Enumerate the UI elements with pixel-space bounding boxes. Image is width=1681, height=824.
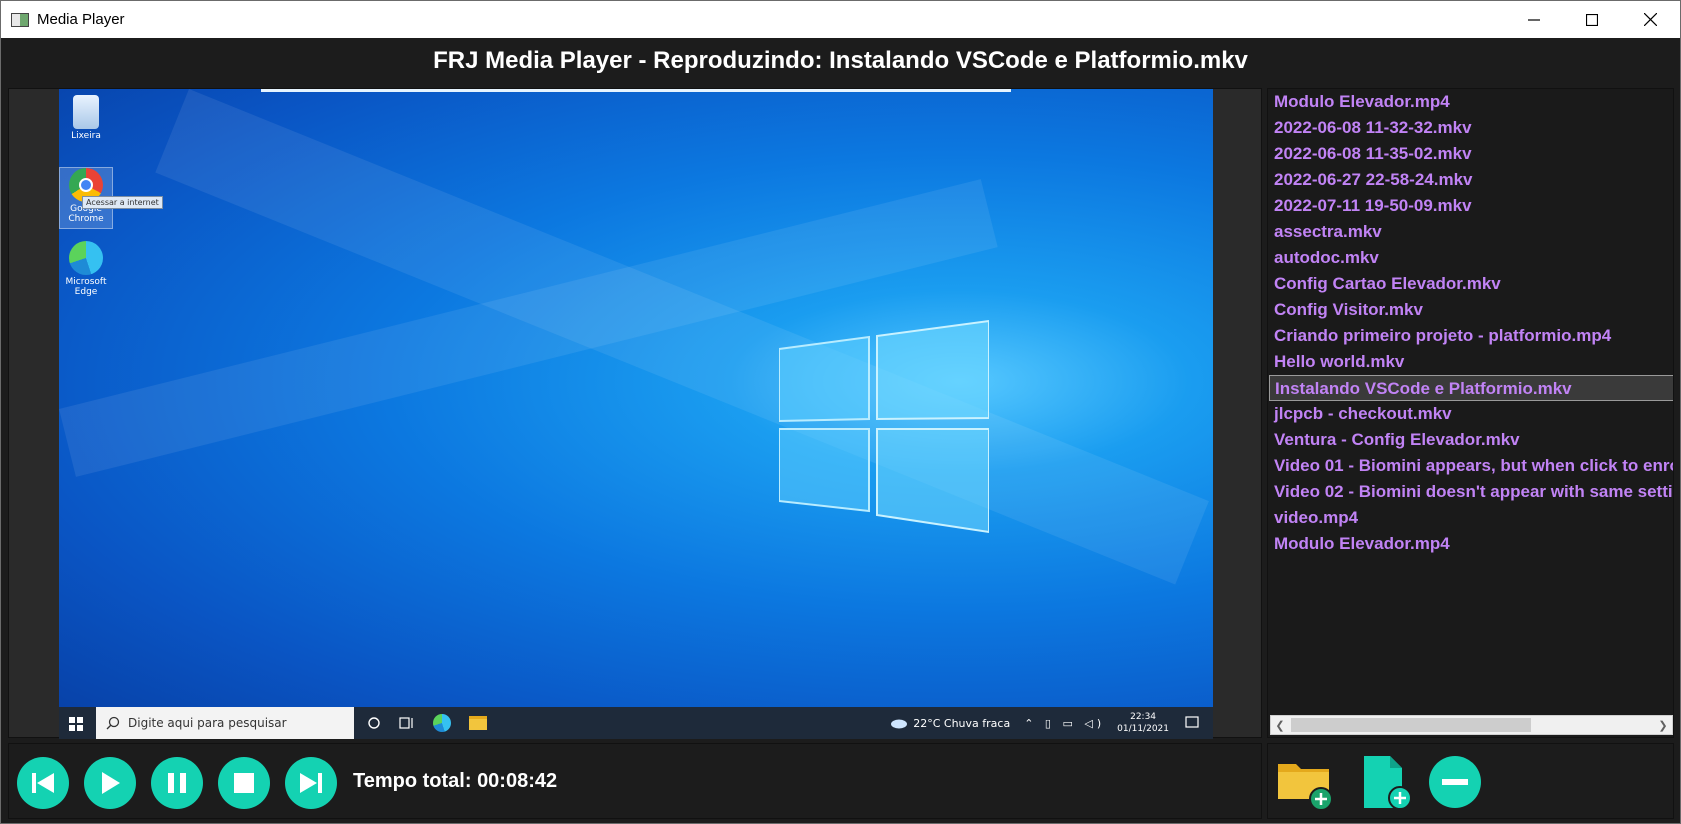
- file-explorer-icon[interactable]: [469, 716, 487, 730]
- playlist-item[interactable]: 2022-06-27 22-58-24.mkv: [1268, 167, 1673, 193]
- desktop-icon-edge[interactable]: Microsoft Edge: [59, 241, 113, 297]
- folder-add-icon: [1278, 764, 1333, 811]
- app-icon: [11, 12, 29, 27]
- media-player-window: Media Player FRJ Media Player - Reproduz…: [0, 0, 1681, 824]
- windows-logo: [779, 319, 989, 534]
- system-tray: 22°C Chuva fraca ⌃ ▯ ▭ ◁) 22:34 01/11/20…: [890, 707, 1213, 739]
- taskbar-date: 01/11/2021: [1117, 724, 1169, 734]
- recycle-bin-icon: [73, 95, 99, 129]
- scrollbar-thumb[interactable]: [1291, 718, 1531, 732]
- video-frame[interactable]: Lixeira Google Chrome Acessar a internet…: [59, 89, 1213, 739]
- playlist-item[interactable]: 2022-06-08 11-32-32.mkv: [1268, 115, 1673, 141]
- weather-text: 22°C Chuva fraca: [913, 716, 1011, 730]
- skip-previous-icon: [32, 773, 54, 793]
- playlist-item[interactable]: Modulo Elevador.mp4: [1268, 89, 1673, 115]
- next-button[interactable]: [285, 757, 337, 809]
- now-playing-title: FRJ Media Player - Reproduzindo: Instala…: [433, 46, 1248, 74]
- playlist-item[interactable]: autodoc.mkv: [1268, 245, 1673, 271]
- playlist-item[interactable]: Criando primeiro projeto - platformio.mp…: [1268, 323, 1673, 349]
- maximize-button[interactable]: [1563, 1, 1621, 38]
- playlist-item-selected[interactable]: Instalando VSCode e Platformio.mkv: [1269, 375, 1673, 401]
- cortana-icon[interactable]: [367, 714, 381, 732]
- playlist-item[interactable]: Video 01 - Biomini appears, but when cli…: [1268, 453, 1673, 479]
- close-icon: [1643, 13, 1657, 26]
- playlist-item[interactable]: 2022-07-11 19-50-09.mkv: [1268, 193, 1673, 219]
- notifications-icon[interactable]: [1185, 716, 1199, 730]
- playlist-item[interactable]: Config Visitor.mkv: [1268, 297, 1673, 323]
- desktop-icon-label: Lixeira: [71, 131, 101, 141]
- light-beam: [155, 89, 1209, 585]
- playlist-horizontal-scrollbar[interactable]: ❮ ❯: [1270, 715, 1673, 735]
- now-playing-header: FRJ Media Player - Reproduzindo: Instala…: [1, 38, 1680, 83]
- add-folder-button[interactable]: [1276, 754, 1333, 811]
- playback-controls: Tempo total: 00:08:42: [8, 743, 1262, 819]
- pause-button[interactable]: [151, 757, 203, 809]
- weather-icon: [891, 719, 908, 729]
- tray-icons[interactable]: ⌃ ▯ ▭ ◁): [1024, 717, 1105, 730]
- taskbar-edge-icon[interactable]: [433, 714, 451, 732]
- remove-item-button[interactable]: [1427, 754, 1483, 810]
- scroll-right-arrow-icon[interactable]: ❯: [1654, 716, 1672, 734]
- window-title: Media Player: [37, 11, 125, 28]
- taskbar-clock[interactable]: 22:34 01/11/2021: [1117, 711, 1169, 735]
- playlist-item[interactable]: video.mp4: [1268, 505, 1673, 531]
- windows-start-icon[interactable]: [69, 717, 83, 735]
- close-button[interactable]: [1621, 1, 1679, 38]
- stop-button[interactable]: [218, 757, 270, 809]
- playlist-item[interactable]: Hello world.mkv: [1268, 349, 1673, 375]
- add-file-button[interactable]: [1356, 754, 1412, 810]
- search-icon: [106, 716, 120, 730]
- video-panel: Lixeira Google Chrome Acessar a internet…: [8, 88, 1262, 739]
- taskbar-time: 22:34: [1130, 712, 1157, 722]
- play-icon: [102, 772, 120, 794]
- windows-taskbar: Digite aqui para pesquisar 22°C Chuva fr…: [59, 707, 1213, 739]
- skip-next-icon: [300, 773, 322, 793]
- taskbar-search-box[interactable]: Digite aqui para pesquisar: [96, 707, 354, 739]
- previous-button[interactable]: [17, 757, 69, 809]
- play-button[interactable]: [84, 757, 136, 809]
- playlist-item[interactable]: jlcpcb - checkout.mkv: [1268, 401, 1673, 427]
- video-progress-line: [261, 89, 1011, 92]
- minus-circle-icon: [1429, 756, 1481, 808]
- pause-icon: [168, 773, 186, 793]
- stop-icon: [234, 773, 254, 793]
- task-view-icon[interactable]: [399, 714, 415, 732]
- file-add-icon: [1364, 756, 1412, 810]
- desktop-icon-recycle-bin[interactable]: Lixeira: [59, 95, 113, 141]
- taskbar-search-placeholder: Digite aqui para pesquisar: [128, 716, 287, 730]
- desktop-icon-label: Microsoft Edge: [65, 277, 107, 297]
- desktop-tooltip: Acessar a internet: [82, 196, 163, 209]
- playlist-controls: [1267, 743, 1674, 819]
- title-bar: Media Player: [1, 1, 1680, 38]
- playlist-item[interactable]: Config Cartao Elevador.mkv: [1268, 271, 1673, 297]
- scroll-left-arrow-icon[interactable]: ❮: [1271, 716, 1289, 734]
- playlist-item[interactable]: Video 02 - Biomini doesn't appear with s…: [1268, 479, 1673, 505]
- playlist-item[interactable]: 2022-06-08 11-35-02.mkv: [1268, 141, 1673, 167]
- edge-icon: [69, 241, 103, 275]
- maximize-icon: [1586, 13, 1598, 26]
- minimize-button[interactable]: [1505, 1, 1563, 38]
- playlist-panel: Modulo Elevador.mp4 2022-06-08 11-32-32.m…: [1267, 88, 1674, 738]
- minimize-icon: [1528, 18, 1540, 21]
- playlist-item[interactable]: Ventura - Config Elevador.mkv: [1268, 427, 1673, 453]
- total-time-label: Tempo total: 00:08:42: [353, 770, 558, 792]
- playlist-item[interactable]: Modulo Elevador.mp4: [1268, 531, 1673, 557]
- playlist-item[interactable]: assectra.mkv: [1268, 219, 1673, 245]
